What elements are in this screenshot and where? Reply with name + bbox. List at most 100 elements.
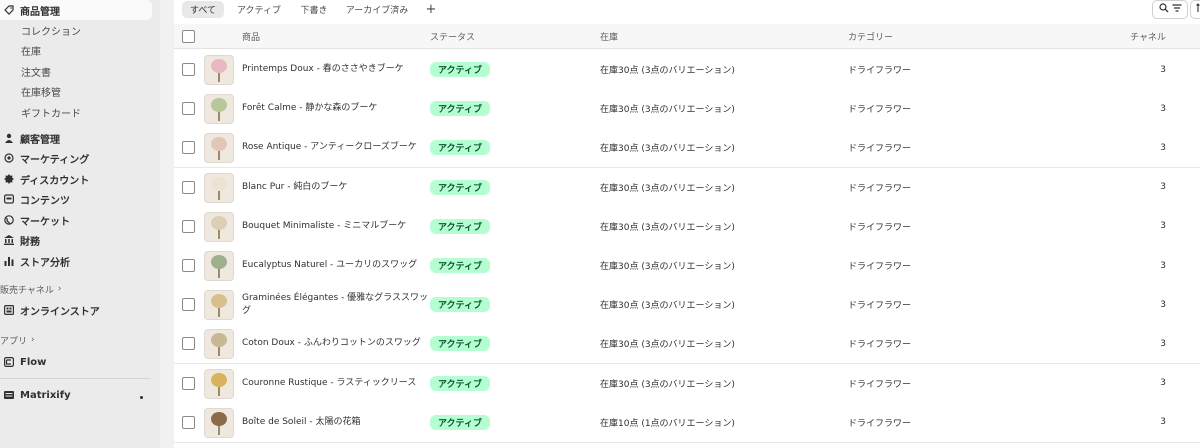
row-checkbox[interactable]: [182, 180, 195, 194]
row-checkbox[interactable]: [182, 141, 195, 155]
product-thumbnail[interactable]: [204, 251, 234, 281]
status-badge: アクティブ: [430, 140, 491, 156]
table-row[interactable]: Blanc Pur - 純白のブーケ アクティブ 在庫30点 (3点のバリエーション…: [174, 167, 1200, 208]
category-value: ドライフラワー: [848, 301, 912, 312]
product-name[interactable]: Forêt Calme - 静かな森のブーケ: [242, 89, 428, 128]
add-tab-button[interactable]: +: [420, 1, 442, 18]
row-checkbox[interactable]: [182, 63, 195, 76]
product-name[interactable]: Blanc Pur - 純白のブーケ: [242, 168, 428, 207]
sidebar-item-markets[interactable]: マーケット: [0, 210, 70, 230]
sidebar-subitem-gift-cards[interactable]: ギフトカード: [21, 103, 81, 121]
bank-icon: [4, 235, 14, 245]
column-header-category[interactable]: カテゴリー: [848, 24, 893, 48]
product-thumbnail[interactable]: [204, 211, 234, 242]
sidebar-subitem-collections[interactable]: コレクション: [21, 21, 81, 39]
tab-archived[interactable]: アーカイブ済み: [338, 1, 416, 18]
product-thumbnail[interactable]: [204, 368, 234, 399]
table-row[interactable]: Graminées Élégantes - 優雅なグラススワッグ アクティブ 在庫3…: [174, 285, 1200, 326]
inventory-value: 在庫30点 (3点のバリエーション): [600, 66, 735, 76]
table-row[interactable]: Boîte de Soleil - 太陽の花箱 アクティブ 在庫10点 (1点のバリ…: [174, 402, 1200, 443]
table-row[interactable]: Bouquet Minimaliste - ミニマルブーケ アクティブ 在庫30点 …: [174, 206, 1200, 247]
table-row[interactable]: Rose Antique - アンティークローズブーケ アクティブ 在庫30点 (3…: [174, 128, 1200, 169]
column-header-status[interactable]: ステータス: [430, 24, 475, 48]
product-thumbnail[interactable]: [204, 133, 234, 164]
sidebar-item-analytics[interactable]: ストア分析: [0, 251, 70, 271]
row-checkbox[interactable]: [182, 337, 195, 351]
table-row[interactable]: Forêt Calme - 静かな森のブーケ アクティブ 在庫30点 (3点のバリエ…: [174, 89, 1200, 130]
product-name[interactable]: Coton Doux - ふんわりコットンのスワッグ: [242, 324, 428, 363]
filter-icon: [1172, 3, 1182, 16]
column-header-channels[interactable]: チャネル: [1124, 24, 1166, 48]
sidebar-item-marketing[interactable]: マーケティング: [0, 148, 89, 168]
sidebar-item-matrixify[interactable]: Matrixify: [0, 385, 71, 405]
tab-active[interactable]: アクティブ: [228, 1, 290, 18]
column-header-product[interactable]: 商品: [242, 24, 260, 48]
sales-channels-section[interactable]: 販売チャネル ›: [0, 281, 62, 297]
product-thumbnail[interactable]: [204, 94, 234, 125]
channels-value: 3: [1160, 417, 1166, 428]
thumbnail-bloom: [211, 372, 227, 387]
table-row[interactable]: Couronne Rustique - ラスティックリース アクティブ 在庫30点 …: [174, 363, 1200, 404]
content-icon: [4, 194, 14, 204]
matrixify-icon: [4, 390, 14, 400]
product-thumbnail[interactable]: [204, 55, 234, 85]
sidebar-item-discounts[interactable]: ディスカウント: [0, 169, 89, 189]
globe-icon: [4, 215, 14, 225]
discount-icon: [4, 174, 14, 184]
status-badge: アクティブ: [430, 218, 491, 234]
inventory-value: 在庫30点 (3点のバリエーション): [600, 301, 735, 312]
row-checkbox[interactable]: [182, 298, 195, 312]
product-name[interactable]: Eucalyptus Naturel - ユーカリのスワッグ: [242, 246, 428, 285]
row-checkbox[interactable]: [182, 415, 195, 429]
row-checkbox[interactable]: [182, 219, 195, 233]
row-checkbox[interactable]: [182, 376, 195, 390]
product-thumbnail[interactable]: [204, 407, 234, 438]
table-row[interactable]: Printemps Doux - 春のささやきブーケ アクティブ 在庫30点 (3点…: [174, 50, 1200, 90]
product-name[interactable]: Rose Antique - アンティークローズブーケ: [242, 128, 428, 167]
sidebar-item-finance[interactable]: 財務: [0, 230, 40, 250]
row-checkbox[interactable]: [182, 102, 195, 116]
channels-value: 3: [1160, 182, 1166, 193]
search-filter-button[interactable]: [1152, 0, 1188, 19]
sidebar-subitem-inventory[interactable]: 在庫: [21, 41, 41, 59]
inventory-value: 在庫30点 (3点のバリエーション): [600, 222, 735, 233]
row-checkbox[interactable]: [182, 259, 195, 272]
select-all-checkbox[interactable]: [182, 30, 195, 43]
inventory-value: 在庫30点 (3点のバリエーション): [600, 262, 735, 272]
sidebar-item-label: ディスカウント: [20, 175, 90, 187]
category-value: ドライフラワー: [848, 340, 912, 351]
product-thumbnail[interactable]: [204, 329, 234, 360]
target-icon: [4, 153, 14, 163]
inventory-value: 在庫10点 (1点のバリエーション): [600, 418, 735, 429]
product-name[interactable]: Graminées Élégantes - 優雅なグラススワッグ: [242, 285, 428, 324]
sidebar-item-customers[interactable]: 顧客管理: [0, 128, 60, 148]
sidebar-item-products-label: 商品管理: [20, 6, 60, 18]
more-dot-icon[interactable]: [140, 396, 143, 399]
channels-value: 3: [1160, 64, 1166, 75]
tab-all[interactable]: すべて: [182, 1, 224, 18]
table-row[interactable]: Coton Doux - ふんわりコットンのスワッグ アクティブ 在庫30点 (3点…: [174, 324, 1200, 365]
products-panel: すべて アクティブ 下書き アーカイブ済み + 商品 ステータス 在庫 カテゴリ…: [174, 0, 1200, 448]
status-badge: アクティブ: [430, 62, 491, 77]
table-row[interactable]: Eucalyptus Naturel - ユーカリのスワッグ アクティブ 在庫30点…: [174, 246, 1200, 286]
category-value: ドライフラワー: [848, 418, 912, 429]
thumbnail-bloom: [211, 98, 227, 113]
apps-section[interactable]: アプリ ›: [0, 332, 35, 348]
column-header-inventory[interactable]: 在庫: [600, 24, 618, 48]
tab-drafts[interactable]: 下書き: [294, 1, 334, 18]
product-name[interactable]: Printemps Doux - 春のささやきブーケ: [242, 50, 428, 89]
product-thumbnail[interactable]: [204, 172, 234, 203]
sidebar-item-products[interactable]: 商品管理: [0, 0, 60, 20]
sidebar-item-content[interactable]: コンテンツ: [0, 189, 70, 209]
search-icon: [1158, 3, 1169, 16]
sort-button[interactable]: [1190, 0, 1200, 19]
product-name[interactable]: Couronne Rustique - ラスティックリース: [242, 364, 428, 403]
product-name[interactable]: Bouquet Minimaliste - ミニマルブーケ: [242, 207, 428, 246]
sidebar-subitem-transfers[interactable]: 在庫移管: [21, 82, 61, 100]
sidebar-item-flow[interactable]: Flow: [0, 352, 46, 372]
sidebar-item-online-store[interactable]: オンラインストア: [0, 300, 100, 320]
product-thumbnail[interactable]: [204, 290, 234, 321]
tag-icon: [4, 5, 14, 15]
sidebar-subitem-purchase-orders[interactable]: 注文書: [21, 62, 51, 80]
product-name[interactable]: Boîte de Soleil - 太陽の花箱: [242, 403, 428, 442]
